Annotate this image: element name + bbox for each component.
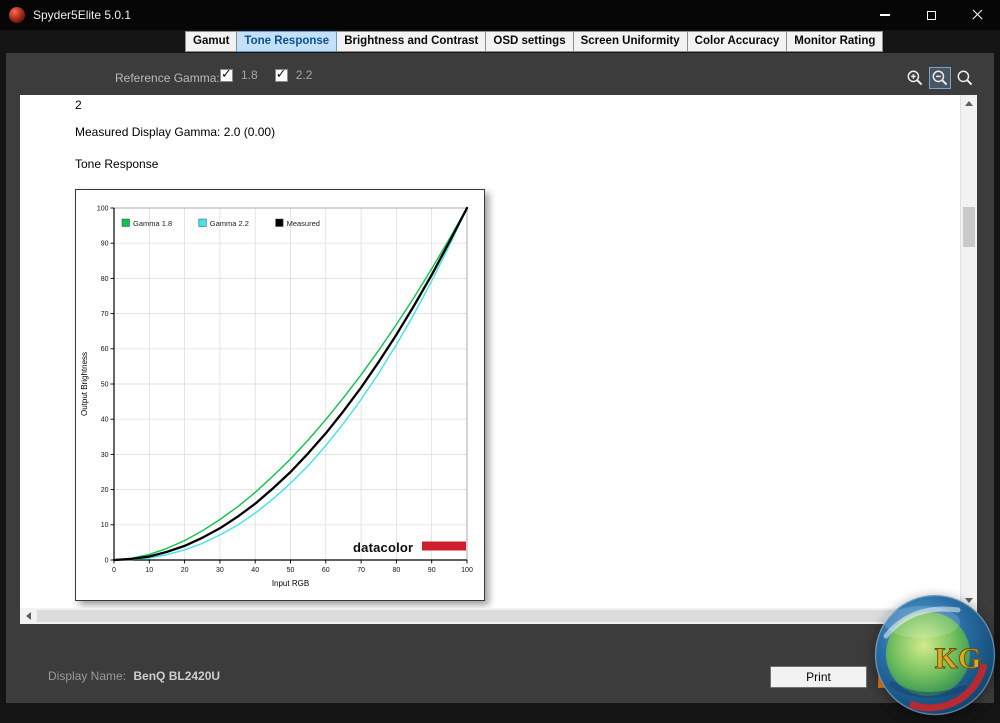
tab-gamut[interactable]: Gamut — [185, 31, 237, 52]
svg-text:0: 0 — [105, 557, 109, 564]
svg-text:70: 70 — [357, 567, 365, 574]
svg-text:10: 10 — [101, 522, 109, 529]
scroll-up-button[interactable] — [961, 95, 977, 111]
svg-text:30: 30 — [216, 567, 224, 574]
svg-text:20: 20 — [101, 487, 109, 494]
gamma-checkbox-1.8[interactable]: ✓ — [220, 69, 233, 82]
svg-text:70: 70 — [101, 311, 109, 318]
section-title: Tone Response — [75, 157, 158, 171]
zoom-buttons — [904, 67, 976, 89]
title-bar: Spyder5Elite 5.0.1 — [0, 0, 1000, 30]
datacolor-logo: datacolor — [353, 540, 466, 555]
legend-label: Gamma 2.2 — [210, 219, 249, 228]
svg-text:90: 90 — [428, 567, 436, 574]
tab-brightness-and-contrast[interactable]: Brightness and Contrast — [337, 31, 486, 52]
minimize-icon — [880, 14, 890, 16]
tab-osd-settings[interactable]: OSD settings — [486, 31, 573, 52]
tab-tone-response[interactable]: Tone Response — [237, 31, 337, 52]
svg-text:20: 20 — [181, 567, 189, 574]
maximize-button[interactable] — [908, 0, 954, 30]
close-icon — [971, 9, 984, 22]
zoom-in-button[interactable] — [904, 67, 926, 89]
svg-text:100: 100 — [97, 205, 109, 212]
chart-axes: 0 10 20 30 40 50 60 70 80 90 100 0 10 20 30 40 50 60 70 80 9… — [97, 205, 473, 574]
gamma-option-2.2: ✓ 2.2 — [275, 68, 313, 82]
svg-text:30: 30 — [101, 452, 109, 459]
display-name-value: BenQ BL2420U — [133, 669, 220, 683]
print-button[interactable]: Print — [770, 666, 867, 688]
svg-text:0: 0 — [112, 567, 116, 574]
zoom-fit-button[interactable] — [954, 67, 976, 89]
gamma-option-1.8: ✓ 1.8 — [220, 68, 258, 82]
kitguru-watermark: KG — [872, 592, 998, 718]
chart-grid — [114, 208, 467, 560]
minimize-button[interactable] — [862, 0, 908, 30]
reference-gamma-label: Reference Gamma: — [115, 71, 220, 85]
maximize-icon — [927, 11, 936, 20]
scrolled-text-fragment: 2 — [75, 98, 82, 112]
gamma-option-label: 2.2 — [296, 68, 313, 82]
vertical-scroll-thumb[interactable] — [963, 207, 975, 247]
gamma-options: ✓ 1.8 ✓ 2.2 — [220, 68, 312, 82]
arrow-left-icon — [26, 612, 31, 620]
tab-screen-uniformity[interactable]: Screen Uniformity — [574, 31, 688, 52]
watermark-text: KG — [935, 642, 982, 675]
gamma-option-label: 1.8 — [241, 68, 258, 82]
gamma-checkbox-2.2[interactable]: ✓ — [275, 69, 288, 82]
zoom-out-button[interactable] — [929, 67, 951, 89]
y-axis-label: Output Brightness — [80, 352, 89, 416]
zoom-out-icon — [931, 69, 949, 87]
checkmark-icon: ✓ — [221, 66, 232, 82]
content-panel: 2 Measured Display Gamma: 2.0 (0.00) Ton… — [20, 95, 977, 608]
vertical-scrollbar[interactable] — [960, 95, 977, 608]
scroll-left-button[interactable] — [20, 608, 36, 624]
checkmark-icon: ✓ — [276, 66, 287, 82]
window-close-button[interactable] — [954, 0, 1000, 30]
tone-response-chart: 0 10 20 30 40 50 60 70 80 90 100 0 10 20 30 40 50 60 70 80 9… — [75, 189, 485, 601]
kitguru-logo-icon: KG — [872, 592, 998, 718]
tab-monitor-rating[interactable]: Monitor Rating — [787, 31, 883, 52]
chart-canvas: 0 10 20 30 40 50 60 70 80 90 100 0 10 20 30 40 50 60 70 80 9… — [76, 190, 484, 600]
horizontal-scrollbar[interactable] — [20, 608, 977, 624]
svg-text:50: 50 — [287, 567, 295, 574]
tab-bar: GamutTone ResponseBrightness and Contras… — [185, 31, 883, 52]
zoom-in-icon — [906, 69, 924, 87]
chart-legend: Gamma 1.8 Gamma 2.2 Measured — [122, 219, 320, 228]
tab-color-accuracy[interactable]: Color Accuracy — [688, 31, 788, 52]
arrow-up-icon — [965, 101, 973, 106]
display-name-label: Display Name: — [48, 669, 126, 683]
svg-text:60: 60 — [322, 567, 330, 574]
app-icon — [9, 7, 25, 23]
svg-text:10: 10 — [145, 567, 153, 574]
legend-swatch — [199, 219, 207, 227]
svg-text:80: 80 — [101, 276, 109, 283]
legend-swatch — [122, 219, 130, 227]
svg-text:40: 40 — [101, 417, 109, 424]
display-name: Display Name: BenQ BL2420U — [48, 669, 220, 683]
svg-text:40: 40 — [251, 567, 259, 574]
horizontal-scroll-thumb[interactable] — [37, 610, 960, 622]
svg-text:datacolor: datacolor — [353, 540, 413, 555]
svg-text:80: 80 — [393, 567, 401, 574]
svg-text:60: 60 — [101, 346, 109, 353]
zoom-fit-icon — [956, 69, 974, 87]
legend-label: Measured — [287, 219, 320, 228]
measured-gamma-text: Measured Display Gamma: 2.0 (0.00) — [75, 125, 275, 139]
svg-text:100: 100 — [461, 567, 473, 574]
svg-text:90: 90 — [101, 241, 109, 248]
legend-swatch — [276, 219, 284, 227]
x-axis-label: Input RGB — [272, 579, 309, 588]
window-title: Spyder5Elite 5.0.1 — [33, 0, 131, 30]
svg-text:50: 50 — [101, 381, 109, 388]
legend-label: Gamma 1.8 — [133, 219, 172, 228]
